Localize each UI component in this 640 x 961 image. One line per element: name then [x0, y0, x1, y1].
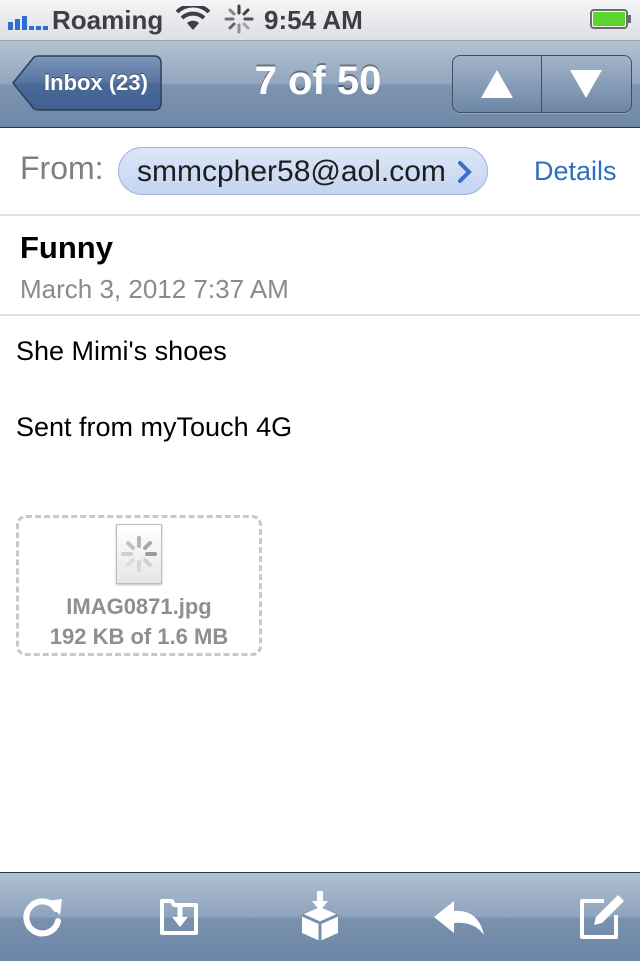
battery-icon [590, 9, 631, 29]
bottom-toolbar [0, 872, 640, 961]
status-time: 9:54 AM [264, 5, 363, 35]
message-signature: Sent from myTouch 4G [16, 412, 293, 442]
move-to-folder-button[interactable] [150, 887, 210, 947]
compose-icon [580, 895, 624, 939]
refresh-icon [23, 898, 62, 937]
signal-strength-icon [8, 16, 48, 30]
move-to-folder-icon [160, 899, 198, 935]
inbox-back-button[interactable]: Inbox (23) [12, 55, 162, 111]
attachment-download-progress: 192 KB of 1.6 MB [49, 624, 229, 649]
archive-button[interactable] [290, 887, 350, 947]
next-message-button[interactable] [542, 56, 630, 112]
sender-address-button[interactable]: smmcpher58@aol.com [118, 147, 488, 195]
reply-icon [434, 901, 484, 935]
attachment-tile[interactable]: IMAG0871.jpg 192 KB of 1.6 MB [16, 515, 262, 656]
up-arrow-icon [481, 70, 513, 98]
message-subject: Funny [20, 230, 113, 265]
sender-row: From: smmcpher58@aol.com Details [0, 128, 640, 216]
message-date: March 3, 2012 7:37 AM [20, 274, 289, 304]
previous-message-button[interactable] [453, 56, 542, 112]
activity-spinner-icon [224, 4, 254, 34]
carrier-label: Roaming [52, 5, 164, 35]
details-link[interactable]: Details [534, 156, 617, 187]
attachment-filename: IMAG0871.jpg [66, 594, 212, 619]
wifi-icon [176, 6, 210, 30]
file-placeholder-icon [116, 524, 162, 584]
archive-icon [301, 891, 339, 941]
subject-block: Funny March 3, 2012 7:37 AM [0, 216, 640, 316]
down-arrow-icon [570, 70, 602, 98]
navigation-bar: Inbox (23) 7 of 50 [0, 41, 640, 128]
inbox-back-label: Inbox (23) [44, 70, 148, 95]
loading-spinner-icon [121, 536, 157, 572]
sender-address: smmcpher58@aol.com [137, 155, 446, 188]
message-navigation-control [452, 55, 632, 113]
chevron-right-icon [458, 161, 472, 183]
from-label: From: [20, 150, 104, 186]
status-bar: Roaming 9:54 AM [0, 0, 640, 41]
compose-button[interactable] [570, 887, 630, 947]
message-position-title: 7 of 50 [254, 59, 382, 103]
message-body-line: She Mimi's shoes [16, 336, 227, 366]
reply-button[interactable] [428, 887, 488, 947]
refresh-button[interactable] [12, 887, 72, 947]
